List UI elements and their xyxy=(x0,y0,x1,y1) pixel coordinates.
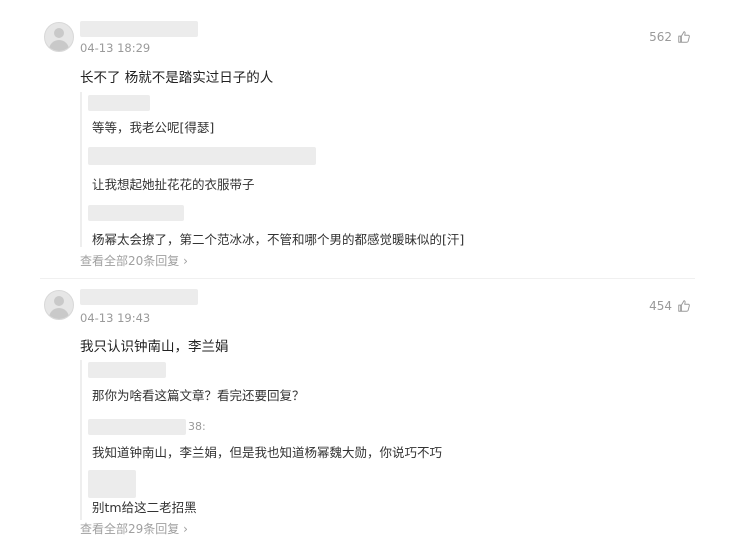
default-avatar-icon[interactable] xyxy=(44,22,74,52)
reply-thread-line xyxy=(80,360,85,520)
reply-text: 等等，我老公呢[得瑟] xyxy=(92,120,215,135)
thumb-up-icon xyxy=(678,300,690,312)
reply-username-redacted[interactable] xyxy=(88,470,136,498)
reply-text: 杨幂太会撩了，第二个范冰冰，不管和哪个男的都感觉暖昧似的[汗] xyxy=(92,232,465,247)
username-redacted[interactable] xyxy=(80,289,198,305)
reply-username-fragment: 38: xyxy=(188,420,206,433)
like-count: 562 xyxy=(649,30,672,44)
username-redacted[interactable] xyxy=(80,21,198,37)
like-button[interactable]: 562 xyxy=(649,30,691,44)
comment-text: 我只认识钟南山，李兰娟 xyxy=(80,339,229,355)
reply-username-redacted[interactable] xyxy=(88,419,186,435)
like-count: 454 xyxy=(649,299,672,313)
reply-username-redacted[interactable] xyxy=(88,95,150,111)
reply-username-redacted[interactable] xyxy=(88,205,184,221)
comment-time: 04-13 18:29 xyxy=(80,41,151,55)
default-avatar-icon[interactable] xyxy=(44,290,74,320)
reply-text: 别tm给这二老招黑 xyxy=(92,500,197,515)
like-button[interactable]: 454 xyxy=(649,299,691,313)
comment-time: 04-13 19:43 xyxy=(80,311,151,325)
reply-username-redacted[interactable] xyxy=(88,362,166,378)
reply-text: 那你为啥看这篇文章？看完还要回复？ xyxy=(92,388,305,403)
reply-text: 我知道钟南山，李兰娟，但是我也知道杨幂魏大勋，你说巧不巧 xyxy=(92,445,443,460)
reply-text: 让我想起她扯花花的衣服带子 xyxy=(92,177,255,192)
reply-username-redacted[interactable] xyxy=(88,147,316,165)
comment-divider xyxy=(40,278,695,279)
thumb-up-icon xyxy=(678,31,690,43)
reply-thread-line xyxy=(80,92,85,247)
comment-text: 长不了 杨就不是踏实过日子的人 xyxy=(80,70,274,86)
view-all-replies-link[interactable]: 查看全部20条回复 › xyxy=(80,252,188,269)
view-all-replies-link[interactable]: 查看全部29条回复 › xyxy=(80,520,188,537)
